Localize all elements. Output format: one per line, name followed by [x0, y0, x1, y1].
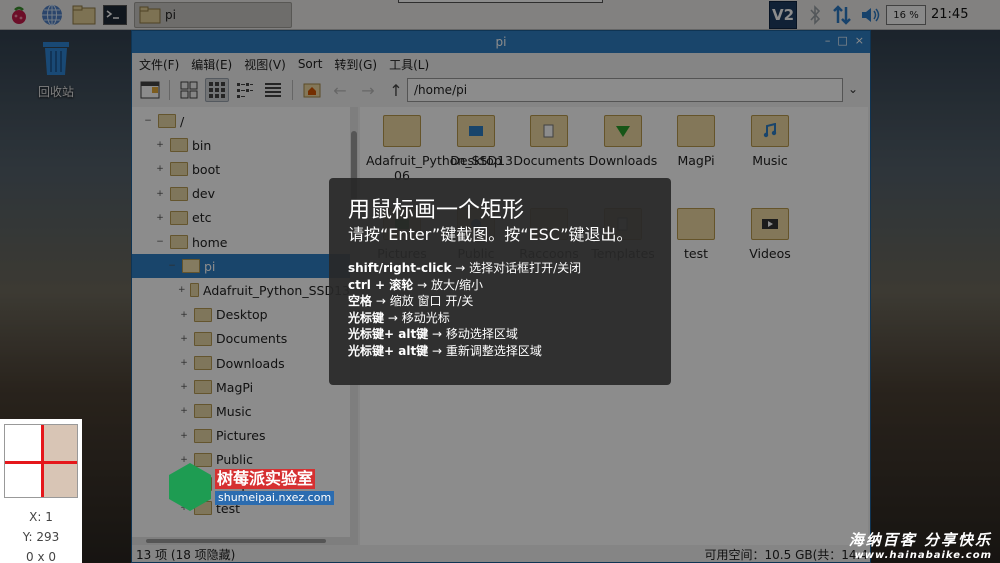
- hotkey-row: 光标键+ alt键 → 重新调整选择区域: [348, 343, 542, 358]
- watermark-logo: 树莓派实验室 shumeipai.nxez.com: [169, 463, 335, 511]
- watermark-bottom-text: 海纳百客 分享快乐: [848, 531, 992, 549]
- hotkey-row: 光标键 → 移动光标: [348, 310, 450, 325]
- hotkey-row: ctrl + 滚轮 → 放大/缩小: [348, 277, 484, 292]
- hotkey-row: 光标键+ alt键 → 移动选择区域: [348, 327, 518, 341]
- cursor-y: Y: 293: [22, 530, 60, 544]
- hotkey-row: shift/right-click → 选择对话框打开/关闭: [348, 261, 582, 275]
- watermark-bottom: 海纳百客 分享快乐 www.hainabaike.com: [849, 529, 992, 561]
- cursor-x: X: 1: [29, 510, 53, 524]
- watermark-logo-text: 树莓派实验室: [215, 469, 316, 489]
- hotkey-row: 空格 → 缩放 窗口 开/关: [348, 294, 474, 308]
- selection-size: 0 x 0: [26, 550, 56, 563]
- watermark-bottom-url: www.hainabaike.com: [854, 550, 992, 561]
- popup-title: 用鼠标画一个矩形: [348, 198, 525, 223]
- popup-subtitle: 请按“Enter”键截图。按“ESC”键退出。: [348, 225, 633, 244]
- watermark-logo-url: shumeipai.nxez.com: [215, 491, 335, 505]
- screenshot-help-popup: 用鼠标画一个矩形 请按“Enter”键截图。按“ESC”键退出。 shift/r…: [329, 178, 671, 385]
- magnifier-preview: [4, 424, 78, 498]
- magnifier: X: 1 Y: 293 0 x 0: [0, 419, 82, 563]
